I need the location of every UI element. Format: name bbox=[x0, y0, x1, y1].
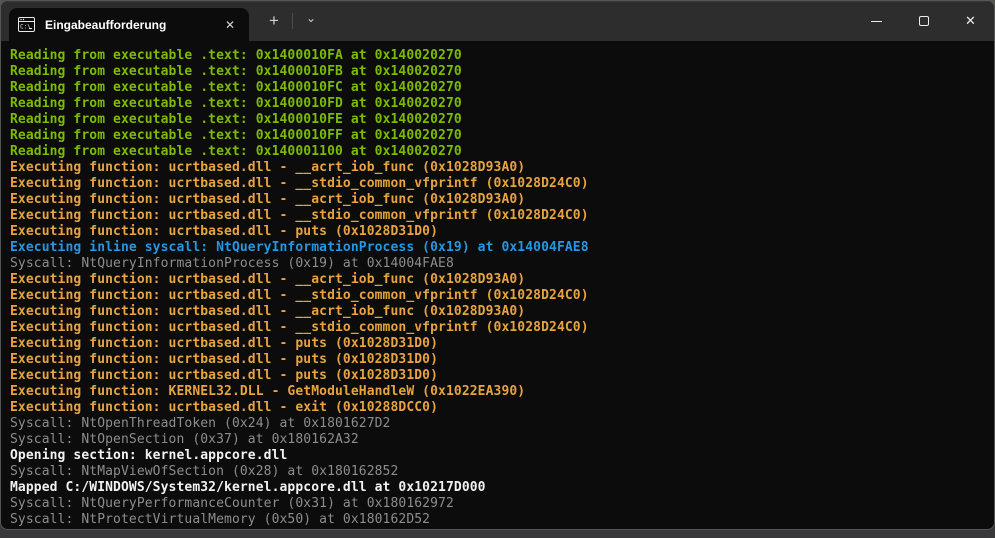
svg-text:C:\: C:\ bbox=[20, 24, 31, 31]
title-bar[interactable]: C:\ Eingabeaufforderung ✕ + ⌄ ✕ bbox=[1, 1, 994, 41]
terminal-line: Mapped C:/WINDOWS/System32/kernel.appcor… bbox=[10, 480, 988, 496]
terminal-line: Executing function: ucrtbased.dll - puts… bbox=[10, 224, 988, 240]
tab-dropdown-button[interactable]: ⌄ bbox=[296, 6, 326, 36]
terminal-line: Opening section: kernel.appcore.dll bbox=[10, 448, 988, 464]
maximize-icon bbox=[919, 16, 929, 26]
terminal-line: Reading from executable .text: 0x1400010… bbox=[10, 128, 988, 144]
terminal-line: Executing inline syscall: NtQueryInforma… bbox=[10, 240, 988, 256]
terminal-line: Executing function: ucrtbased.dll - __st… bbox=[10, 176, 988, 192]
new-tab-button[interactable]: + bbox=[259, 6, 289, 36]
terminal-line: Syscall: NtQueryPerformanceCounter (0x31… bbox=[10, 496, 988, 512]
minimize-icon bbox=[871, 21, 882, 22]
terminal-line: Reading from executable .text: 0x1400010… bbox=[10, 112, 988, 128]
terminal-line: Executing function: KERNEL32.DLL - GetMo… bbox=[10, 384, 988, 400]
tabbar-divider bbox=[292, 13, 293, 29]
terminal-line: Reading from executable .text: 0x1400010… bbox=[10, 80, 988, 96]
terminal-line: Executing function: ucrtbased.dll - puts… bbox=[10, 352, 988, 368]
terminal-line: Reading from executable .text: 0x1400010… bbox=[10, 64, 988, 80]
close-button[interactable]: ✕ bbox=[947, 1, 994, 41]
terminal-line: Executing function: ucrtbased.dll - __ac… bbox=[10, 272, 988, 288]
terminal-line: Syscall: NtProtectVirtualMemory (0x50) a… bbox=[10, 512, 988, 528]
close-icon: ✕ bbox=[965, 13, 976, 29]
terminal-line: Syscall: NtOpenThreadToken (0x24) at 0x1… bbox=[10, 416, 988, 432]
terminal-line: Reading from executable .text: 0x1400011… bbox=[10, 144, 988, 160]
window-controls: ✕ bbox=[853, 1, 994, 41]
terminal-line: Executing function: ucrtbased.dll - __st… bbox=[10, 208, 988, 224]
terminal-line: Executing function: ucrtbased.dll - __st… bbox=[10, 288, 988, 304]
terminal-line: Executing function: ucrtbased.dll - puts… bbox=[10, 368, 988, 384]
terminal-line: Syscall: NtMapViewOfSection (0x28) at 0x… bbox=[10, 464, 988, 480]
terminal-window: C:\ Eingabeaufforderung ✕ + ⌄ ✕ Re bbox=[0, 0, 995, 530]
terminal-line: Executing function: ucrtbased.dll - puts… bbox=[10, 336, 988, 352]
cmd-prompt-icon: C:\ bbox=[18, 17, 35, 32]
tab-title: Eingabeaufforderung bbox=[45, 18, 221, 32]
terminal-line: Executing function: ucrtbased.dll - __ac… bbox=[10, 192, 988, 208]
terminal-line: Reading from executable .text: 0x1400010… bbox=[10, 96, 988, 112]
terminal-line: Reading from executable .text: 0x1400010… bbox=[10, 48, 988, 64]
minimize-button[interactable] bbox=[853, 1, 900, 41]
terminal-line: Syscall: NtOpenSection (0x37) at 0x18016… bbox=[10, 432, 988, 448]
terminal-line: Executing function: ucrtbased.dll - __ac… bbox=[10, 304, 988, 320]
tabbar-actions: + ⌄ bbox=[259, 1, 326, 41]
tab-close-icon[interactable]: ✕ bbox=[221, 16, 239, 34]
tab-eingabeaufforderung[interactable]: C:\ Eingabeaufforderung ✕ bbox=[9, 8, 249, 41]
terminal-line: Executing function: ucrtbased.dll - exit… bbox=[10, 400, 988, 416]
maximize-button[interactable] bbox=[900, 1, 947, 41]
terminal-line: Executing function: ucrtbased.dll - __ac… bbox=[10, 160, 988, 176]
terminal-line: Syscall: NtQueryInformationProcess (0x19… bbox=[10, 256, 988, 272]
terminal-output[interactable]: Reading from executable .text: 0x1400010… bbox=[1, 41, 994, 529]
terminal-line: Executing function: ucrtbased.dll - __st… bbox=[10, 320, 988, 336]
